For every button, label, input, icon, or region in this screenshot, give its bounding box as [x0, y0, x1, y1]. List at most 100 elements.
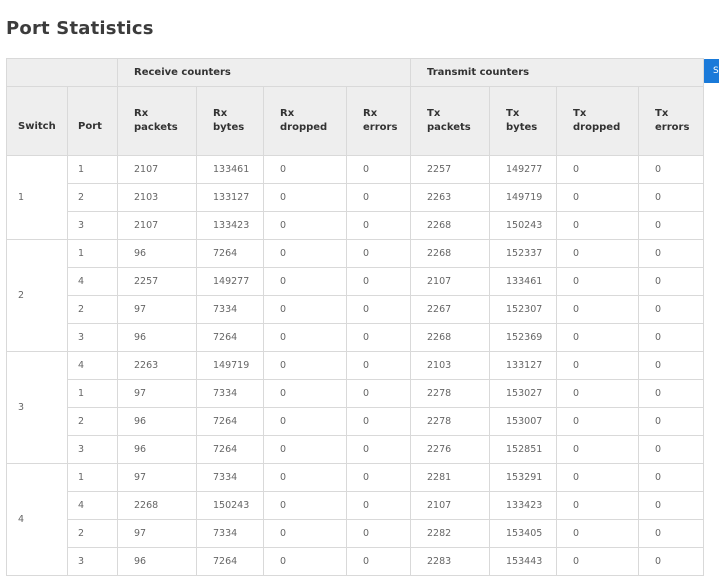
rx-dropped-cell: 0 — [263, 267, 347, 296]
rx-bytes-cell: 7334 — [196, 519, 264, 548]
rx-bytes-cell: 7264 — [196, 239, 264, 268]
tx-dropped-cell: 0 — [556, 463, 640, 492]
tx-packets-cell: 2267 — [410, 295, 491, 324]
tx-bytes-cell: 153291 — [489, 463, 558, 492]
table-row: 1 97 7334 0 0 2278 153027 0 0 — [7, 379, 705, 408]
tx-dropped-cell: 0 — [556, 491, 640, 520]
switch-column-header: Switch — [6, 86, 68, 156]
tx-bytes-cell: 133461 — [489, 267, 558, 296]
tx-bytes-cell: 150243 — [489, 211, 558, 240]
tx-errors-cell: 0 — [638, 491, 705, 520]
rx-errors-cell: 0 — [345, 491, 412, 520]
rx-packets-cell: 2107 — [117, 155, 197, 184]
tx-packets-cell: 2107 — [410, 267, 491, 296]
rx-bytes-cell: 7264 — [196, 323, 264, 352]
port-cell: 3 — [67, 211, 118, 240]
rx-errors-cell: 0 — [345, 463, 412, 492]
tx-errors-cell: 0 — [638, 183, 705, 212]
rx-dropped-cell: 0 — [263, 407, 347, 436]
rx-errors-cell: 0 — [345, 379, 412, 408]
rx-errors-cell: 0 — [345, 155, 412, 184]
tx-errors-cell: 0 — [638, 323, 705, 352]
rx-dropped-cell: 0 — [263, 519, 347, 548]
rx-packets-cell: 96 — [117, 239, 197, 268]
rx-errors-cell: 0 — [345, 183, 412, 212]
rx-dropped-cell: 0 — [263, 435, 347, 464]
tx-bytes-cell: 153405 — [489, 519, 558, 548]
table-row: 2 96 7264 0 0 2278 153007 0 0 — [7, 407, 705, 436]
rx-packets-cell: 97 — [117, 463, 197, 492]
rx-errors-cell: 0 — [345, 295, 412, 324]
stats-body: 1 1 2107 133461 0 0 2257 149277 0 0 2 2103 133127 0 0 2… — [6, 155, 705, 576]
switch-cell: 4 — [6, 463, 68, 576]
tx-packets-cell: 2278 — [410, 379, 491, 408]
tx-packets-cell: 2278 — [410, 407, 491, 436]
port-cell: 2 — [67, 183, 118, 212]
rx-bytes-cell: 7334 — [196, 295, 264, 324]
rx-dropped-cell: 0 — [263, 463, 347, 492]
tx-packets-cell: 2283 — [410, 547, 491, 576]
tx-packets-cell: 2107 — [410, 491, 491, 520]
port-cell: 1 — [67, 463, 118, 492]
tx-packets-cell: 2276 — [410, 435, 491, 464]
rx-packets-cell: 96 — [117, 547, 197, 576]
rx-bytes-cell: 133127 — [196, 183, 264, 212]
tx-dropped-cell: 0 — [556, 295, 640, 324]
tx-bytes-cell: 153007 — [489, 407, 558, 436]
tx-errors-cell: 0 — [638, 239, 705, 268]
table-row: 2 97 7334 0 0 2267 152307 0 0 — [7, 295, 705, 324]
rx-packets-cell: 2268 — [117, 491, 197, 520]
page-title: Port Statistics — [6, 18, 154, 39]
table-row: 2 1 96 7264 0 0 2268 152337 0 0 — [6, 239, 705, 352]
rx-dropped-cell: 0 — [263, 547, 347, 576]
tx-bytes-cell: 149277 — [489, 155, 558, 184]
rx-bytes-cell: 7264 — [196, 547, 264, 576]
tx-packets-cell: 2268 — [410, 239, 491, 268]
tx-bytes-cell: 152369 — [489, 323, 558, 352]
port-cell: 3 — [67, 323, 118, 352]
rx-bytes-cell: 133423 — [196, 211, 264, 240]
switch-cell: 2 — [6, 239, 68, 352]
tx-packets-cell: 2281 — [410, 463, 491, 492]
tx-dropped-cell: 0 — [556, 267, 640, 296]
rx-packets-cell: 97 — [117, 379, 197, 408]
rx-bytes-header: Rx bytes — [196, 86, 264, 156]
table-row: 3 4 2263 149719 0 0 2103 133127 0 0 — [6, 351, 705, 464]
tx-errors-cell: 0 — [638, 379, 705, 408]
rx-dropped-cell: 0 — [263, 295, 347, 324]
tx-bytes-cell: 133127 — [489, 351, 558, 380]
tx-dropped-cell: 0 — [556, 155, 640, 184]
tx-dropped-cell: 0 — [556, 239, 640, 268]
port-column-header: Port — [67, 86, 118, 156]
rx-packets-cell: 96 — [117, 323, 197, 352]
port-cell: 2 — [67, 295, 118, 324]
port-cell: 1 — [67, 155, 118, 184]
tx-packets-cell: 2103 — [410, 351, 491, 380]
side-button[interactable]: S — [703, 59, 719, 83]
tx-dropped-cell: 0 — [556, 407, 640, 436]
tx-bytes-cell: 153027 — [489, 379, 558, 408]
table-row: 1 1 2107 133461 0 0 2257 149277 0 0 — [6, 155, 705, 240]
rx-dropped-cell: 0 — [263, 211, 347, 240]
rx-dropped-cell: 0 — [263, 351, 347, 380]
rx-packets-cell: 2103 — [117, 183, 197, 212]
tx-bytes-cell: 149719 — [489, 183, 558, 212]
rx-errors-cell: 0 — [345, 211, 412, 240]
tx-errors-cell: 0 — [638, 351, 705, 380]
rx-errors-cell: 0 — [345, 435, 412, 464]
tx-bytes-header: Tx bytes — [489, 86, 558, 156]
switch-cell: 3 — [6, 351, 68, 464]
port-statistics-table: Receive counters Transmit counters Switc… — [6, 58, 705, 576]
tx-bytes-cell: 152851 — [489, 435, 558, 464]
rx-bytes-cell: 7264 — [196, 435, 264, 464]
tx-errors-cell: 0 — [638, 267, 705, 296]
port-cell: 4 — [67, 491, 118, 520]
port-cell: 2 — [67, 407, 118, 436]
rx-packets-cell: 97 — [117, 295, 197, 324]
tx-errors-cell: 0 — [638, 295, 705, 324]
rx-packets-cell: 96 — [117, 407, 197, 436]
tx-dropped-cell: 0 — [556, 435, 640, 464]
port-cell: 4 — [67, 351, 118, 380]
tx-dropped-cell: 0 — [556, 547, 640, 576]
tx-errors-header: Tx errors — [638, 86, 705, 156]
